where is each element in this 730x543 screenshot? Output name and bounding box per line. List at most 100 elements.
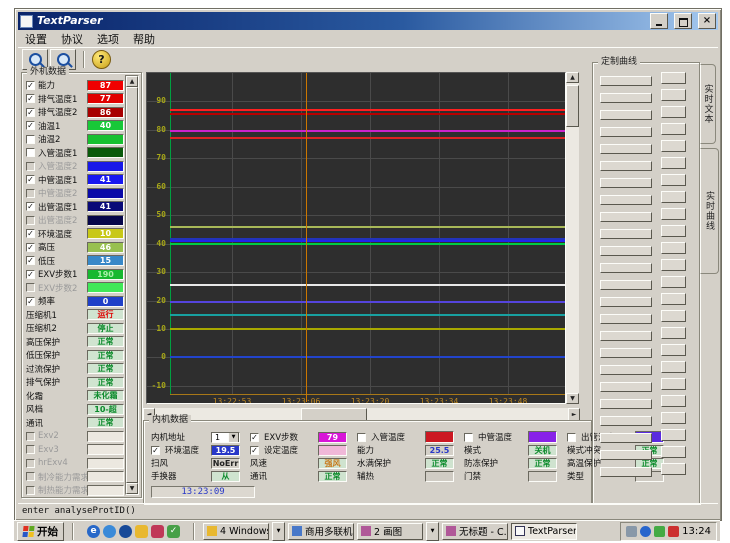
custom-curve-slot[interactable] <box>600 450 652 460</box>
time-cursor-line[interactable] <box>306 73 307 402</box>
checkbox[interactable]: ✓ <box>151 446 160 455</box>
checkbox[interactable] <box>26 162 35 171</box>
custom-curve-slot[interactable] <box>600 467 652 477</box>
taskbar-button[interactable]: 无标题 - C... <box>442 523 508 540</box>
menu-item-help[interactable]: 帮助 <box>126 31 162 47</box>
custom-curve-slot-small[interactable] <box>661 412 686 424</box>
checkbox[interactable] <box>26 432 35 441</box>
outdoor-scrollbar[interactable]: ▲ ▼ <box>125 75 139 495</box>
custom-curve-slot[interactable] <box>600 348 652 358</box>
start-button[interactable]: 开始 <box>17 522 64 541</box>
taskbar-group-dropdown[interactable]: ▼ <box>426 522 439 541</box>
checkbox[interactable]: ✓ <box>26 243 35 252</box>
checkbox[interactable] <box>26 135 35 144</box>
shield-icon[interactable]: ✓ <box>167 525 180 538</box>
titlebar[interactable]: TextParser × <box>18 12 718 30</box>
taskbar-button[interactable]: 商用多联机... <box>288 523 354 540</box>
tab-realtime-curve[interactable]: 实时曲线 <box>700 148 719 274</box>
tray-printer-icon[interactable] <box>626 526 637 537</box>
checkbox[interactable] <box>26 148 35 157</box>
checkbox[interactable]: ✓ <box>26 297 35 306</box>
custom-curve-slot-small[interactable] <box>661 361 686 373</box>
scroll-down-icon[interactable]: ▼ <box>566 393 579 404</box>
custom-curve-slot-small[interactable] <box>661 225 686 237</box>
custom-curve-slot-small[interactable] <box>661 72 686 84</box>
custom-curve-slot-small[interactable] <box>661 395 686 407</box>
checkbox[interactable]: ✓ <box>26 202 35 211</box>
checkbox[interactable] <box>26 283 35 292</box>
custom-curve-slot-small[interactable] <box>661 208 686 220</box>
custom-curve-slot-small[interactable] <box>661 429 686 441</box>
checkbox[interactable] <box>357 433 366 442</box>
custom-curve-slot[interactable] <box>600 195 652 205</box>
custom-curve-slot-small[interactable] <box>661 242 686 254</box>
custom-curve-slot[interactable] <box>600 382 652 392</box>
checkbox[interactable] <box>26 472 35 481</box>
custom-curve-slot-small[interactable] <box>661 123 686 135</box>
custom-curve-slot[interactable] <box>600 280 652 290</box>
taskbar-group-dropdown[interactable]: ▼ <box>272 522 285 541</box>
custom-curve-slot[interactable] <box>600 314 652 324</box>
menu-item-options[interactable]: 选项 <box>90 31 126 47</box>
scroll-up-icon[interactable]: ▲ <box>126 76 138 87</box>
custom-curve-slot-small[interactable] <box>661 446 686 458</box>
checkbox[interactable]: ✓ <box>26 270 35 279</box>
checkbox[interactable]: ✓ <box>26 81 35 90</box>
checkbox[interactable] <box>26 486 35 495</box>
custom-curve-slot-small[interactable] <box>661 344 686 356</box>
globe-icon[interactable] <box>119 525 132 538</box>
checkbox[interactable]: ✓ <box>26 229 35 238</box>
close-button[interactable]: × <box>698 13 716 29</box>
custom-curve-slot[interactable] <box>600 246 652 256</box>
media-icon[interactable] <box>151 525 164 538</box>
custom-curve-slot-small[interactable] <box>661 157 686 169</box>
custom-curve-slot[interactable] <box>600 365 652 375</box>
custom-curve-slot[interactable] <box>600 212 652 222</box>
custom-curve-slot[interactable] <box>600 76 652 86</box>
custom-curve-slot-small[interactable] <box>661 259 686 271</box>
custom-curve-slot[interactable] <box>600 110 652 120</box>
folder-icon[interactable] <box>135 525 148 538</box>
menu-item-protocol[interactable]: 协议 <box>54 31 90 47</box>
chart-plot-area[interactable]: 9080706050403020100-1013:22:5313:23:0613… <box>146 72 566 404</box>
custom-curve-slot-small[interactable] <box>661 463 686 475</box>
checkbox[interactable]: ✓ <box>26 256 35 265</box>
custom-curve-slot-small[interactable] <box>661 89 686 101</box>
outdoor-scroll-thumb[interactable] <box>126 87 138 483</box>
custom-curve-slot[interactable] <box>600 399 652 409</box>
taskbar-button[interactable]: 2 画图 <box>357 523 423 540</box>
custom-curve-slot[interactable] <box>600 127 652 137</box>
messenger-icon[interactable] <box>103 525 116 538</box>
checkbox[interactable] <box>26 445 35 454</box>
checkbox[interactable] <box>26 459 35 468</box>
checkbox[interactable] <box>26 216 35 225</box>
custom-curve-slot-small[interactable] <box>661 106 686 118</box>
tray-thunder-icon[interactable] <box>668 526 679 537</box>
custom-curve-slot[interactable] <box>600 263 652 273</box>
custom-curve-slot[interactable] <box>600 331 652 341</box>
custom-curve-slot-small[interactable] <box>661 310 686 322</box>
custom-curve-slot-small[interactable] <box>661 293 686 305</box>
minimize-button[interactable] <box>650 13 668 29</box>
custom-curve-slot[interactable] <box>600 416 652 426</box>
custom-curve-slot[interactable] <box>600 433 652 443</box>
custom-curve-slot[interactable] <box>600 178 652 188</box>
menu-item-settings[interactable]: 设置 <box>18 31 54 47</box>
scroll-up-icon[interactable]: ▲ <box>566 72 579 83</box>
chevron-down-icon[interactable]: ▼ <box>228 432 239 443</box>
custom-curve-slot-small[interactable] <box>661 327 686 339</box>
restore-button[interactable] <box>674 13 692 29</box>
custom-curve-slot-small[interactable] <box>661 378 686 390</box>
tray-update-icon[interactable] <box>640 526 651 537</box>
checkbox[interactable] <box>26 189 35 198</box>
checkbox[interactable] <box>464 433 473 442</box>
taskbar-button[interactable]: 4 Windows ... <box>203 523 269 540</box>
custom-curve-slot[interactable] <box>600 161 652 171</box>
help-button[interactable]: ? <box>92 50 111 69</box>
ie-icon[interactable]: e <box>87 525 100 538</box>
custom-curve-slot[interactable] <box>600 297 652 307</box>
scroll-down-icon[interactable]: ▼ <box>126 483 138 494</box>
checkbox[interactable]: ✓ <box>250 433 259 442</box>
taskbar-button[interactable]: TextParser <box>511 523 577 540</box>
custom-curve-slot-small[interactable] <box>661 140 686 152</box>
